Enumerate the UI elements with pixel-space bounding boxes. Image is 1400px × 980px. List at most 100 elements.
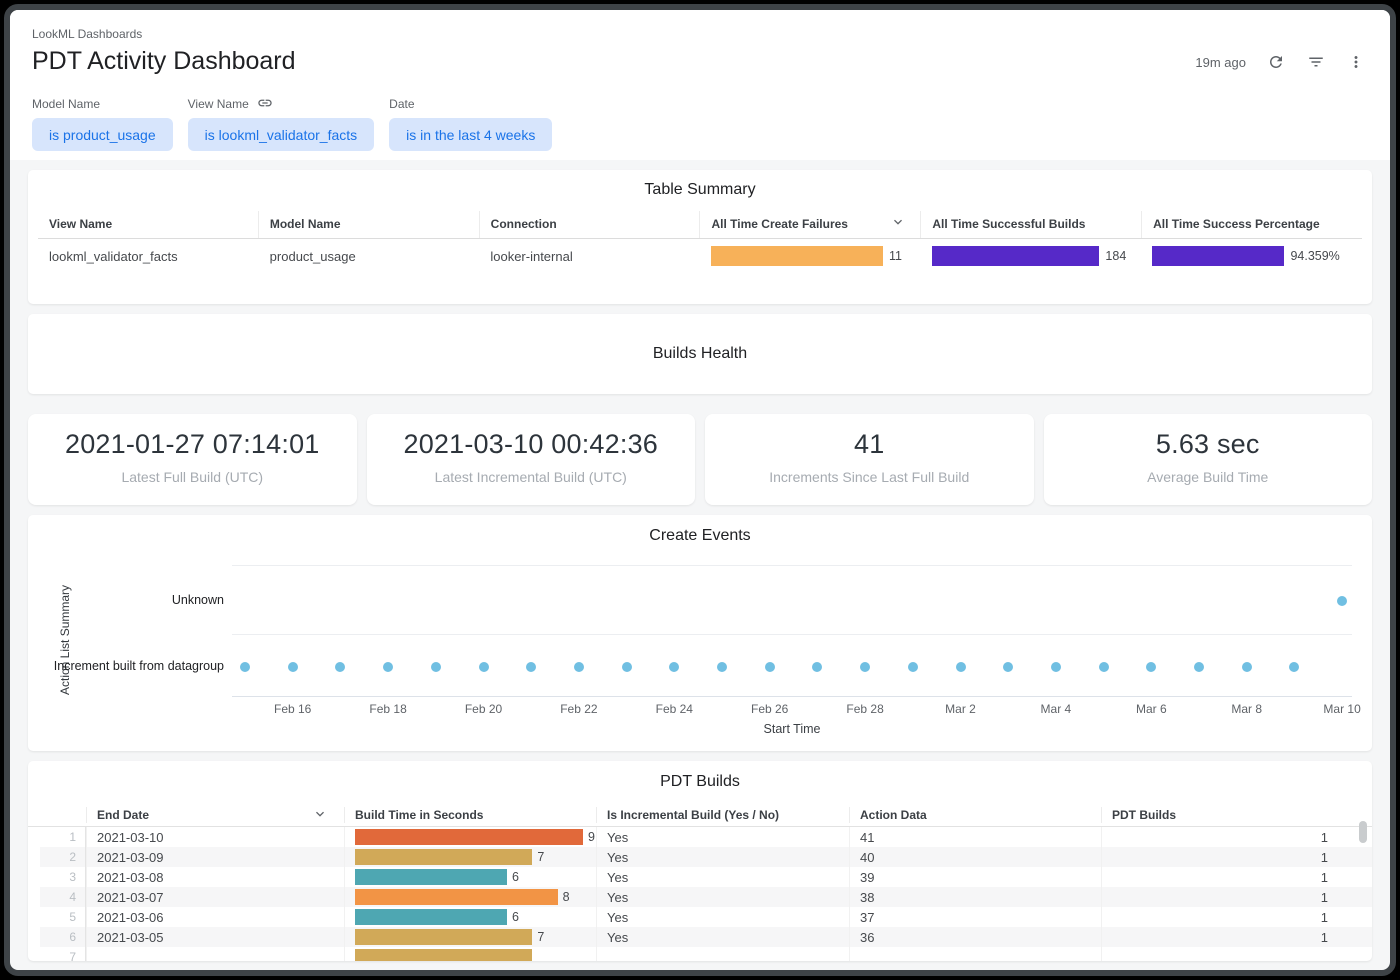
bar-value-label: 7	[537, 930, 544, 944]
kpi-row: 2021-01-27 07:14:01 Latest Full Build (U…	[28, 414, 1372, 505]
column-header-success-percentage[interactable]: All Time Success Percentage	[1141, 211, 1362, 238]
x-tick-label: Mar 2	[926, 702, 996, 716]
column-header-view-name[interactable]: View Name	[38, 211, 258, 238]
summary-table: View Name Model Name Connection All Time…	[38, 211, 1362, 273]
column-header-pdt-builds[interactable]: PDT Builds	[1101, 807, 1340, 823]
filter-bar: Model Name is product_usage View Name is…	[32, 96, 1368, 151]
scatter-point[interactable]	[288, 662, 298, 672]
builds-health-text-tile: Builds Health	[28, 314, 1372, 394]
model-name-cell[interactable]: product_usage	[259, 239, 480, 273]
scatter-point[interactable]	[1289, 662, 1299, 672]
column-header-is-incremental[interactable]: Is Incremental Build (Yes / No)	[596, 807, 849, 823]
more-vert-icon[interactable]	[1346, 52, 1366, 72]
chevron-down-icon	[312, 806, 344, 825]
connection-cell[interactable]: looker-internal	[479, 239, 700, 273]
column-header-action-data[interactable]: Action Data	[849, 807, 1101, 823]
scatter-point[interactable]	[860, 662, 870, 672]
gridline	[232, 634, 1352, 635]
scatter-point[interactable]	[956, 662, 966, 672]
table-row[interactable]: 22021-03-097Yes401	[40, 847, 1372, 867]
scatter-point[interactable]	[479, 662, 489, 672]
refresh-icon[interactable]	[1266, 52, 1286, 72]
scatter-point[interactable]	[240, 662, 250, 672]
tile-title: Create Events	[28, 527, 1372, 545]
end-date-cell: 2021-03-07	[86, 887, 344, 907]
table-row[interactable]: 12021-03-109Yes411	[40, 827, 1372, 847]
build-time-bar	[355, 849, 532, 865]
build-time-bar	[355, 889, 558, 905]
table-row[interactable]: 62021-03-057Yes361	[40, 927, 1372, 947]
scatter-point[interactable]	[669, 662, 679, 672]
scatter-point[interactable]	[622, 662, 632, 672]
column-header-build-time[interactable]: Build Time in Seconds	[344, 807, 596, 823]
column-header-end-date[interactable]: End Date	[86, 807, 344, 823]
build-time-bar	[355, 909, 507, 925]
scatter-point[interactable]	[431, 662, 441, 672]
x-tick-label: Mar 8	[1212, 702, 1282, 716]
filter-list-icon[interactable]	[1306, 52, 1326, 72]
x-tick-label: Feb 20	[449, 702, 519, 716]
scatter-point[interactable]	[1099, 662, 1109, 672]
success-percentage-cell[interactable]: 94.359%	[1141, 239, 1362, 273]
create-events-tile: Create Events Action List Summary Unknow…	[28, 515, 1372, 751]
table-row[interactable]: 52021-03-066Yes371	[40, 907, 1372, 927]
page-title: PDT Activity Dashboard	[32, 46, 1368, 76]
kpi-label: Latest Full Build (UTC)	[28, 469, 357, 485]
is-incremental-cell: Yes	[596, 927, 849, 947]
table-row[interactable]: 32021-03-086Yes391	[40, 867, 1372, 887]
tile-title: Table Summary	[28, 181, 1372, 199]
build-time-bar	[355, 949, 532, 961]
kpi-value: 5.63 sec	[1044, 429, 1373, 460]
column-header-successful-builds[interactable]: All Time Successful Builds	[920, 211, 1141, 238]
create-failures-cell[interactable]: 11	[700, 239, 921, 273]
kpi-label: Average Build Time	[1044, 469, 1373, 485]
filter-chip-view-name[interactable]: is lookml_validator_facts	[188, 118, 375, 151]
action-data-cell: 38	[849, 887, 1101, 907]
is-incremental-cell: Yes	[596, 907, 849, 927]
scatter-point[interactable]	[1003, 662, 1013, 672]
pdt-table-header: End Date Build Time in Seconds Is Increm…	[28, 804, 1372, 827]
is-incremental-cell: Yes	[596, 867, 849, 887]
scatter-point[interactable]	[526, 662, 536, 672]
scatter-point[interactable]	[812, 662, 822, 672]
is-incremental-cell: Yes	[596, 887, 849, 907]
successful-builds-cell[interactable]: 184	[921, 239, 1142, 273]
filter-model-name: Model Name is product_usage	[32, 96, 173, 151]
pdt-builds-cell	[1101, 947, 1340, 961]
summary-table-header: View Name Model Name Connection All Time…	[38, 211, 1362, 239]
scatter-point[interactable]	[1146, 662, 1156, 672]
scatter-point[interactable]	[574, 662, 584, 672]
chevron-down-icon	[890, 214, 920, 233]
row-number: 5	[40, 907, 86, 927]
table-row[interactable]: 42021-03-078Yes381	[40, 887, 1372, 907]
scrollbar-thumb[interactable]	[1359, 821, 1367, 843]
scatter-point[interactable]	[383, 662, 393, 672]
scatter-point[interactable]	[1051, 662, 1061, 672]
scatter-point[interactable]	[1242, 662, 1252, 672]
x-tick-label: Feb 22	[544, 702, 614, 716]
end-date-cell: 2021-03-06	[86, 907, 344, 927]
scatter-point[interactable]	[1337, 596, 1347, 606]
pdt-builds-cell: 1	[1101, 827, 1340, 847]
table-row[interactable]: lookml_validator_facts product_usage loo…	[38, 239, 1362, 273]
scatter-point[interactable]	[1194, 662, 1204, 672]
action-data-cell: 36	[849, 927, 1101, 947]
filter-chip-model-name[interactable]: is product_usage	[32, 118, 173, 151]
scatter-point[interactable]	[908, 662, 918, 672]
view-name-cell[interactable]: lookml_validator_facts	[38, 239, 259, 273]
scatter-point[interactable]	[717, 662, 727, 672]
column-header-connection[interactable]: Connection	[479, 211, 700, 238]
filter-chip-date[interactable]: is in the last 4 weeks	[389, 118, 552, 151]
column-header-model-name[interactable]: Model Name	[258, 211, 479, 238]
breadcrumb[interactable]: LookML Dashboards	[32, 26, 1368, 42]
is-incremental-cell: Yes	[596, 827, 849, 847]
x-axis-title: Start Time	[752, 722, 832, 736]
build-time-cell: 9	[344, 827, 596, 847]
build-time-cell	[344, 947, 596, 961]
kpi-value: 2021-03-10 00:42:36	[367, 429, 696, 460]
scatter-point[interactable]	[335, 662, 345, 672]
scatter-point[interactable]	[765, 662, 775, 672]
column-header-create-failures[interactable]: All Time Create Failures	[699, 211, 920, 238]
table-row[interactable]: 7	[40, 947, 1372, 961]
kpi-label: Increments Since Last Full Build	[705, 469, 1034, 485]
